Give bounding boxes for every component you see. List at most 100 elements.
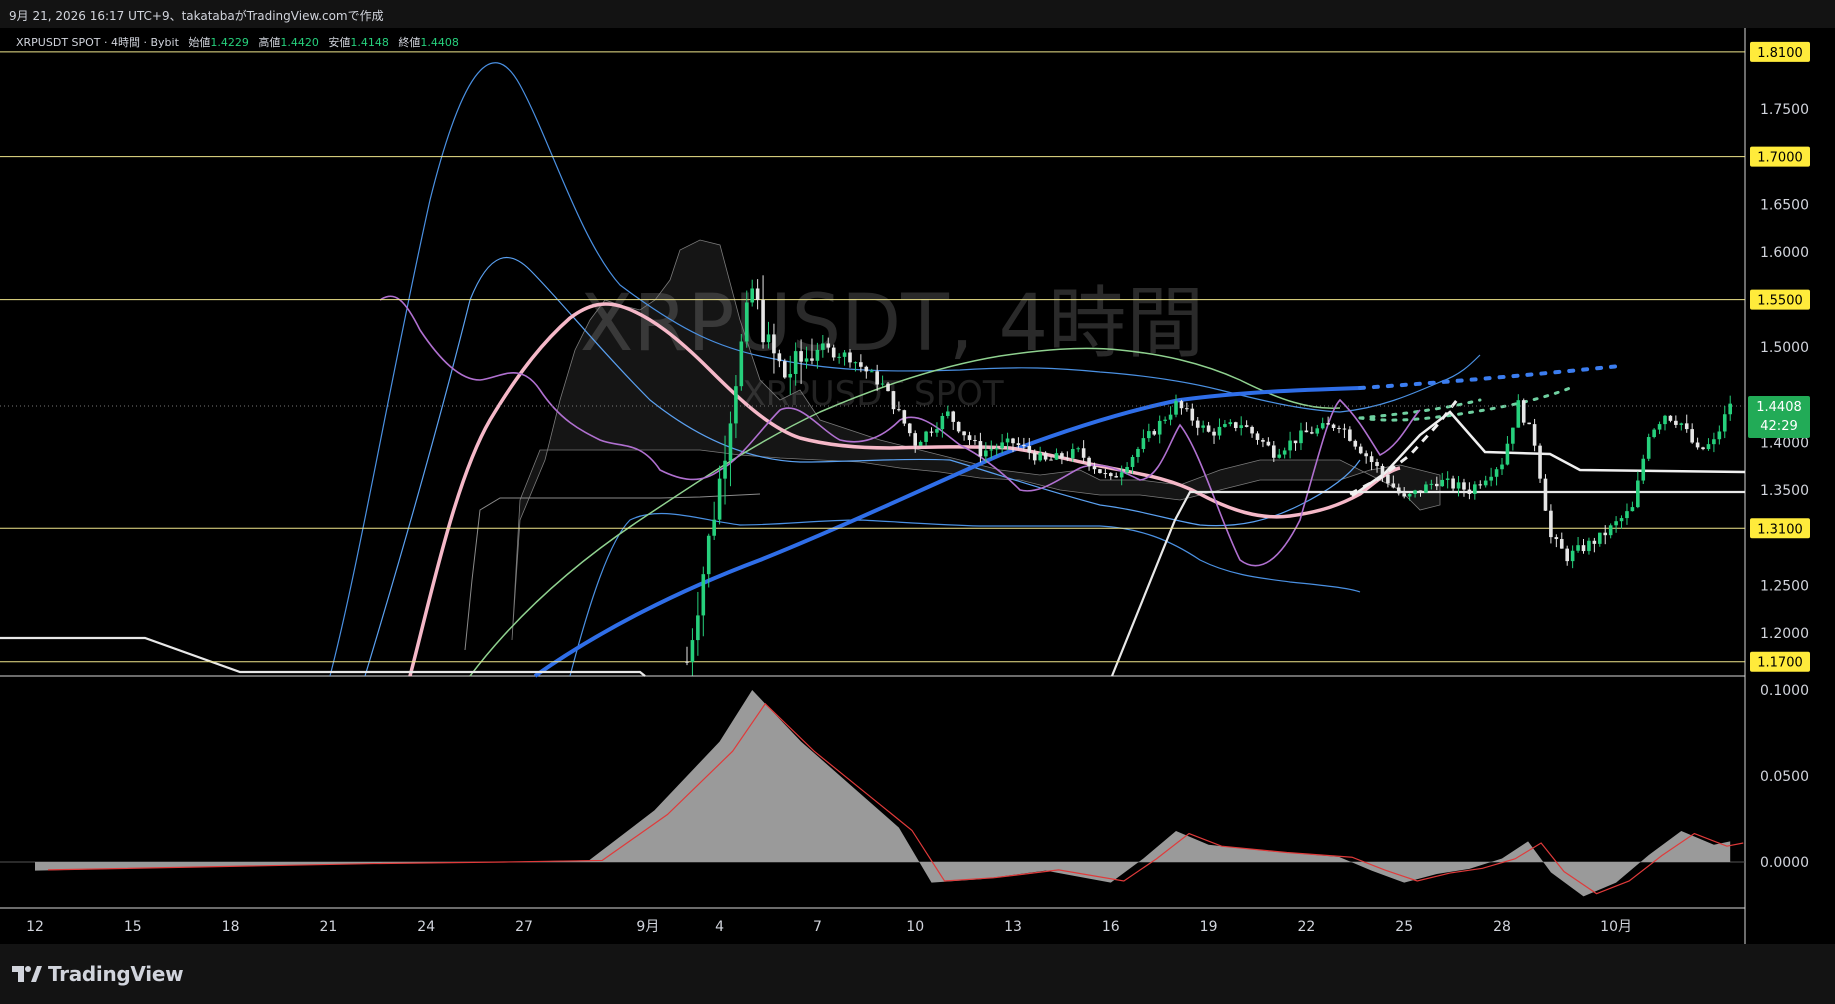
candle-body <box>1587 540 1591 552</box>
candle-body <box>1348 429 1352 441</box>
candle-body <box>1038 452 1042 461</box>
candle-body <box>1576 545 1580 551</box>
time-tick-label: 24 <box>417 919 435 935</box>
candle-body <box>1016 443 1021 446</box>
time-tick-label: 9月 <box>636 919 659 935</box>
candle-body <box>1277 454 1282 458</box>
candle-body <box>761 300 765 343</box>
candle-body <box>1402 493 1406 497</box>
osc-tick-label: 0.0000 <box>1760 855 1809 871</box>
candle-body <box>1386 474 1390 484</box>
candle-body <box>1261 439 1265 442</box>
candle-body <box>1462 482 1466 490</box>
candle-body <box>766 334 771 343</box>
candle-body <box>1217 426 1222 436</box>
time-tick-label: 19 <box>1200 919 1218 935</box>
top-bar: 9月 21, 2026 16:17 UTC+9、takatabaがTrading… <box>0 0 1835 28</box>
candle-body <box>1712 439 1716 445</box>
candle-body <box>1293 440 1298 444</box>
candle-body <box>821 343 825 350</box>
candle-body <box>739 341 744 387</box>
candle-body <box>1011 438 1015 444</box>
legend-open-label: 始値 <box>188 36 211 49</box>
candle-body <box>696 615 700 641</box>
candle-body <box>880 383 885 385</box>
candle-body <box>967 435 972 441</box>
candle-body <box>1304 430 1309 433</box>
time-tick-label: 10 <box>906 919 924 935</box>
candle-body <box>799 351 803 362</box>
candle-body <box>1516 400 1521 428</box>
candle-body <box>1543 478 1548 511</box>
price-axis: 1.8100 1.7000 1.5500 1.3100 1.1700 1.2000 1.25… <box>1750 41 1810 672</box>
candle-body <box>1081 448 1086 458</box>
ma-green-projection <box>1358 398 1482 420</box>
candle-body <box>1418 490 1423 493</box>
time-tick-label: 28 <box>1493 919 1511 935</box>
candle-body <box>1369 456 1374 463</box>
candle-body <box>984 450 988 457</box>
candle-body <box>1060 453 1064 459</box>
candle-body <box>1233 422 1238 428</box>
candle-body <box>929 431 934 433</box>
candle-body <box>902 410 907 424</box>
price-tick-label: 1.6000 <box>1760 245 1809 261</box>
candle-body <box>1625 511 1629 519</box>
candle-body <box>1630 507 1635 512</box>
candle-body <box>1190 408 1195 421</box>
candle-body <box>1679 423 1684 425</box>
candle-body <box>989 449 994 451</box>
candle-body <box>1195 420 1200 428</box>
candle-body <box>1119 472 1124 478</box>
level-badge-label: 1.7000 <box>1757 151 1803 166</box>
legend-high-value: 1.4420 <box>280 36 319 49</box>
candle-body <box>1310 432 1314 434</box>
candle-body <box>907 423 912 434</box>
candle-body <box>935 429 939 433</box>
candle-body <box>1201 425 1205 428</box>
candle-body <box>777 353 782 362</box>
candle-body <box>897 409 901 411</box>
candle-body <box>1511 427 1515 444</box>
chart-area[interactable]: XRPUSDT, 4時間 XRPUSDT SPOT 0.1000 0.0500 0.… <box>0 28 1835 944</box>
candle-body <box>755 288 760 301</box>
candle-body <box>1163 419 1167 421</box>
chart-svg[interactable]: XRPUSDT, 4時間 XRPUSDT SPOT 0.10000.05000.… <box>0 28 1835 944</box>
candle-body <box>826 343 831 348</box>
level-badge-label: 1.3100 <box>1757 522 1803 537</box>
candle-body <box>772 334 776 354</box>
candle-body <box>717 478 722 520</box>
candle-body <box>1695 442 1700 448</box>
candle-body <box>940 415 945 430</box>
candle-body <box>837 356 841 358</box>
candle-body <box>1130 457 1135 467</box>
candle-body <box>1147 431 1151 439</box>
osc-tick-label: 0.0500 <box>1760 769 1809 785</box>
candle-body <box>918 441 923 446</box>
candle-body <box>1342 428 1347 430</box>
candle-body <box>864 366 869 372</box>
candle-body <box>728 423 733 461</box>
candle-body <box>859 362 863 367</box>
candle-body <box>1109 473 1113 477</box>
candle-body <box>783 361 787 378</box>
candle-body <box>1255 433 1260 440</box>
candle-body <box>1174 401 1178 415</box>
candle-body <box>1353 440 1358 447</box>
candle-body <box>1592 540 1597 544</box>
candle-body <box>1396 487 1401 494</box>
header-text: 9月 21, 2026 16:17 UTC+9、takatabaがTrading… <box>9 9 384 23</box>
candle-body <box>1070 448 1075 459</box>
bb-lower <box>569 513 1361 677</box>
candle-body <box>1505 443 1510 465</box>
candle-body <box>1657 424 1662 430</box>
candle-body <box>946 411 950 416</box>
legend-symbol: XRPUSDT SPOT · 4時間 · Bybit <box>16 36 179 49</box>
candle-body <box>1092 466 1097 470</box>
candle-body <box>1022 445 1026 447</box>
candle-body <box>1435 483 1439 487</box>
candle-body <box>875 371 879 385</box>
candle-body <box>1483 480 1488 486</box>
tradingview-logo[interactable]: TradingView <box>12 962 184 986</box>
price-tick-label: 1.2000 <box>1760 626 1809 642</box>
